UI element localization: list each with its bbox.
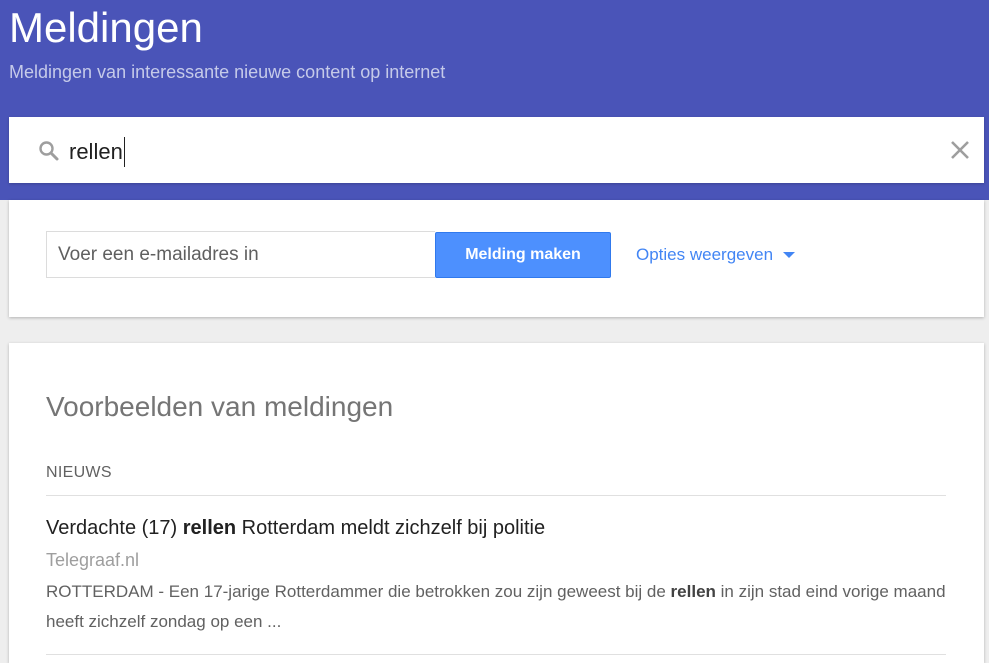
search-bar[interactable]: rellen — [9, 117, 984, 183]
examples-card: Voorbeelden van meldingen NIEUWS Verdach… — [9, 343, 984, 663]
examples-title: Voorbeelden van meldingen — [46, 391, 394, 422]
result-source: Telegraaf.nl — [46, 550, 140, 570]
result-title-text-rest: Rotterdam meldt zichzelf bij politie — [236, 517, 546, 539]
divider — [46, 654, 946, 655]
result-title-link[interactable]: Verdachte (17) rellen Rotterdam meldt zi… — [46, 515, 545, 541]
close-icon[interactable] — [948, 138, 972, 162]
email-field[interactable] — [46, 231, 435, 278]
caret-down-icon — [783, 252, 796, 258]
create-alert-button[interactable]: Melding maken — [435, 232, 611, 278]
page-title: Meldingen — [9, 4, 203, 51]
create-alert-card: Melding maken Opties weergeven — [9, 200, 984, 317]
result-snippet-highlight: rellen — [670, 582, 716, 601]
result-title-text: Verdachte (17) — [46, 517, 183, 539]
show-options-label: Opties weergeven — [636, 245, 774, 264]
section-label: NIEUWS — [46, 464, 112, 481]
search-input[interactable]: rellen — [69, 137, 125, 167]
result-title-highlight: rellen — [182, 517, 237, 539]
result-snippet: ROTTERDAM - Een 17-jarige Rotterdammer d… — [46, 577, 946, 637]
search-icon — [37, 139, 61, 163]
divider — [46, 495, 946, 496]
show-options-link[interactable]: Opties weergeven — [636, 244, 796, 266]
page-subtitle: Meldingen van interessante nieuwe conten… — [9, 62, 446, 82]
result-snippet-text: ROTTERDAM - Een 17-jarige Rotterdammer d… — [46, 582, 671, 601]
